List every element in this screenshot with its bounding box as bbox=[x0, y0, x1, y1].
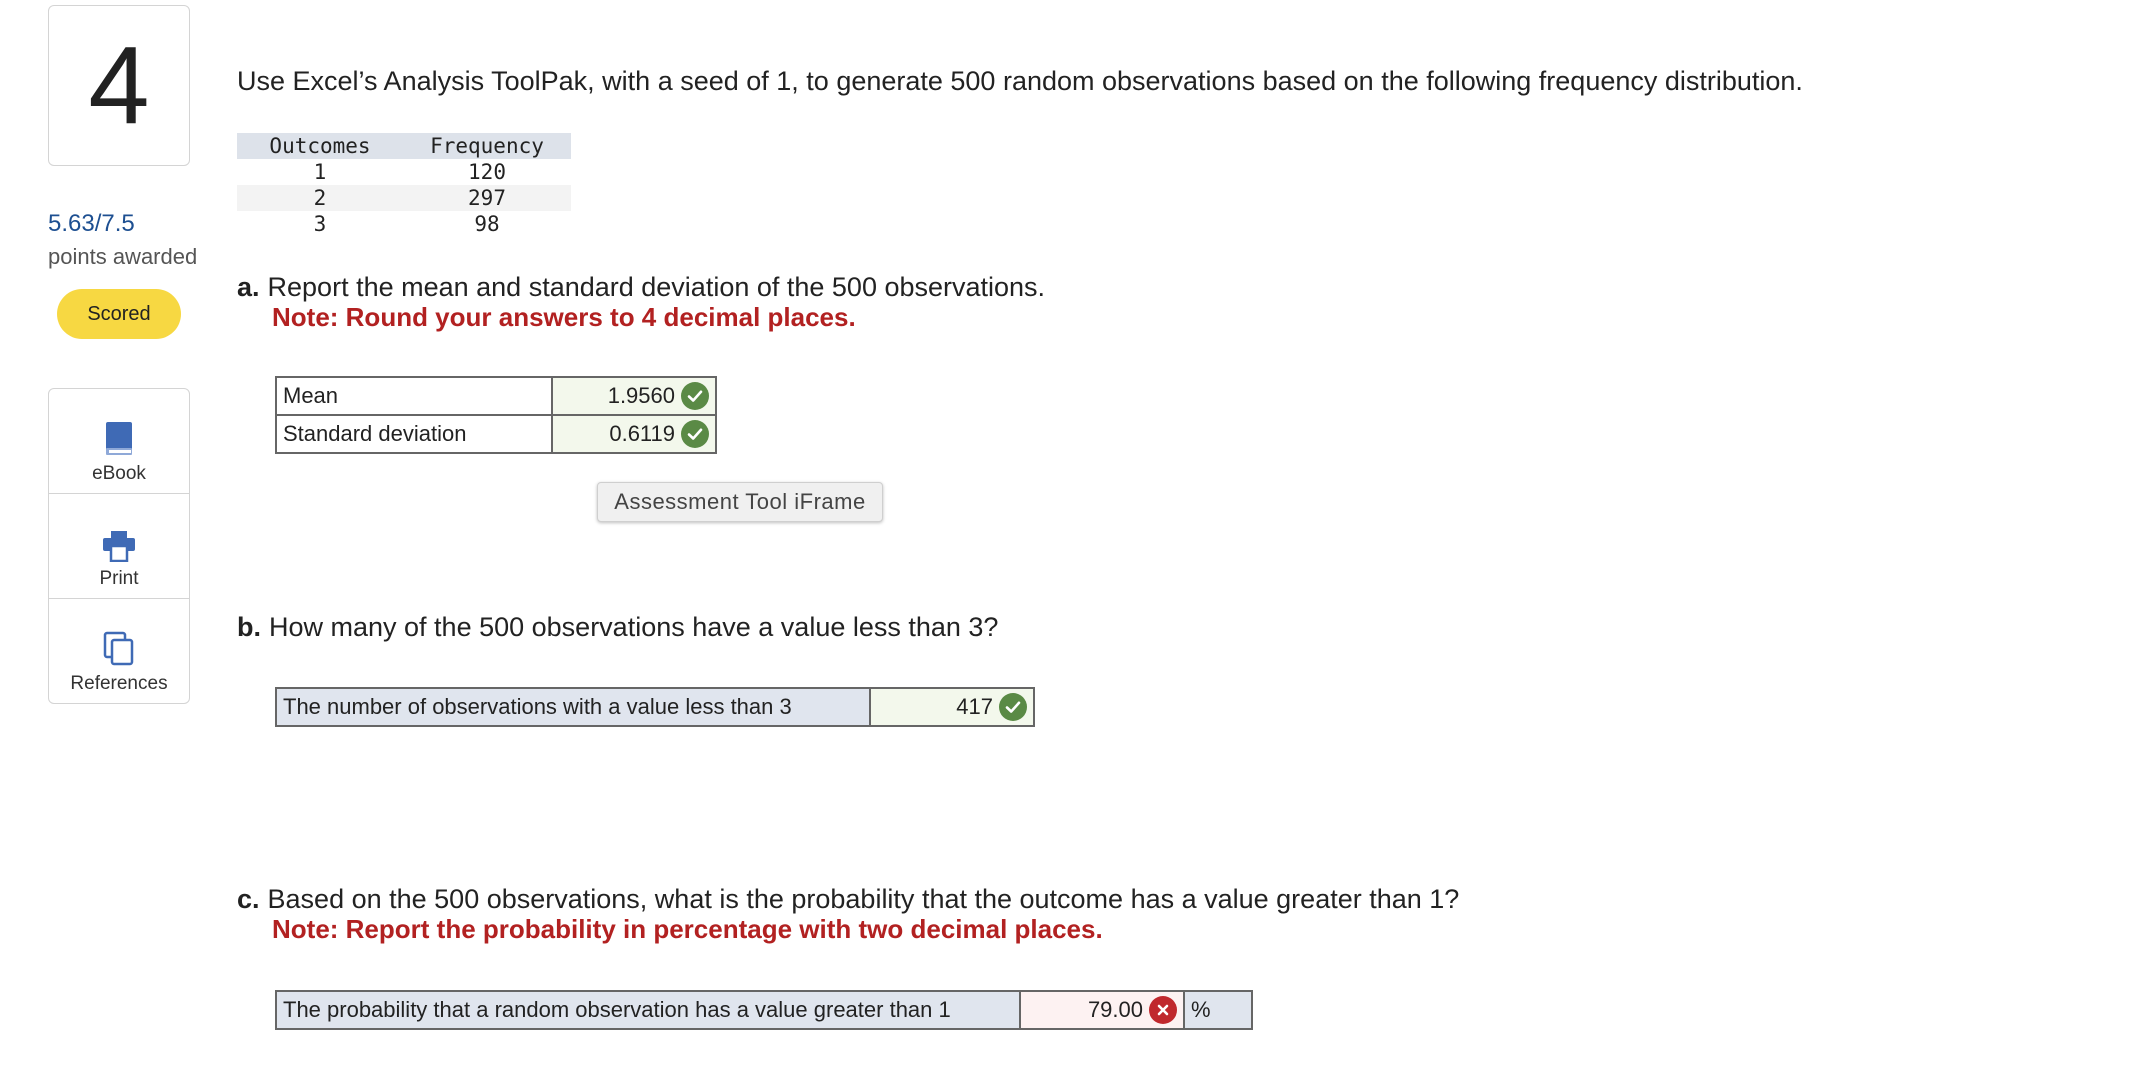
part-b-input[interactable]: 417 bbox=[869, 687, 1035, 727]
part-a-question: a. Report the mean and standard deviation… bbox=[237, 272, 1045, 303]
table-row: The probability that a random observatio… bbox=[275, 990, 1253, 1030]
frequency-cell: 98 bbox=[474, 212, 500, 236]
question-number-box: 4 bbox=[48, 5, 190, 166]
table-row: The number of observations with a value … bbox=[275, 687, 1035, 727]
printer-icon bbox=[102, 516, 136, 562]
book-icon bbox=[104, 411, 134, 457]
outcome-cell: 1 bbox=[313, 160, 327, 184]
outcomes-header: Outcomes bbox=[237, 133, 403, 159]
frequency-table: Outcomes Frequency 1 120 2 297 3 98 bbox=[237, 133, 571, 237]
part-b-text: How many of the 500 observations have a … bbox=[269, 612, 999, 642]
std-dev-value: 0.6119 bbox=[609, 421, 675, 446]
part-c-label: The probability that a random observatio… bbox=[275, 990, 1021, 1030]
check-icon bbox=[681, 420, 709, 448]
question-prompt: Use Excel’s Analysis ToolPak, with a see… bbox=[237, 66, 1803, 96]
mean-label: Mean bbox=[275, 376, 553, 416]
table-row: 3 98 bbox=[237, 211, 571, 237]
x-icon bbox=[1149, 996, 1177, 1024]
question-number: 4 bbox=[88, 23, 150, 147]
references-label: References bbox=[70, 673, 168, 694]
print-button[interactable]: Print bbox=[49, 494, 189, 599]
outcome-cell: 2 bbox=[237, 185, 403, 211]
part-a-text: Report the mean and standard deviation o… bbox=[267, 272, 1046, 302]
part-b-answer-table: The number of observations with a value … bbox=[275, 687, 1035, 727]
ebook-label: eBook bbox=[92, 463, 146, 484]
references-icon bbox=[103, 621, 135, 667]
tools-panel: eBook Print References bbox=[48, 388, 190, 704]
part-c-value: 79.00 bbox=[1087, 997, 1143, 1022]
points-awarded-label: points awarded bbox=[48, 244, 198, 269]
scored-badge: Scored bbox=[57, 289, 181, 339]
part-c-text: Based on the 500 observations, what is t… bbox=[267, 884, 1460, 914]
outcome-cell: 3 bbox=[313, 212, 327, 236]
part-a-answer-table: Mean 1.9560 Standard deviation 0.6119 bbox=[275, 376, 717, 454]
frequency-header: Frequency bbox=[403, 133, 571, 159]
table-row: 1 120 bbox=[237, 159, 571, 185]
table-row: Standard deviation 0.6119 bbox=[275, 414, 717, 454]
frequency-cell: 297 bbox=[403, 185, 571, 211]
part-c-question: c. Based on the 500 observations, what is… bbox=[237, 884, 1459, 915]
frequency-cell: 120 bbox=[468, 160, 506, 184]
assessment-tool-iframe-button[interactable]: Assessment Tool iFrame bbox=[597, 482, 883, 522]
frequency-table-header: Outcomes Frequency bbox=[237, 133, 571, 159]
std-dev-input[interactable]: 0.6119 bbox=[551, 414, 717, 454]
part-b-value: 417 bbox=[956, 694, 993, 719]
ebook-button[interactable]: eBook bbox=[49, 389, 189, 494]
part-b-letter: b. bbox=[237, 612, 261, 642]
part-a-note: Note: Round your answers to 4 decimal pl… bbox=[272, 302, 856, 332]
part-b-question: b. How many of the 500 observations have … bbox=[237, 612, 998, 643]
mean-value: 1.9560 bbox=[607, 383, 675, 408]
mean-input[interactable]: 1.9560 bbox=[551, 376, 717, 416]
print-label: Print bbox=[99, 568, 139, 589]
check-icon bbox=[999, 693, 1027, 721]
check-icon bbox=[681, 382, 709, 410]
part-c-note: Note: Report the probability in percenta… bbox=[272, 914, 1103, 944]
part-c-input[interactable]: 79.00 bbox=[1019, 990, 1185, 1030]
percent-unit: % bbox=[1183, 990, 1253, 1030]
part-b-label: The number of observations with a value … bbox=[275, 687, 871, 727]
part-c-answer-table: The probability that a random observatio… bbox=[275, 990, 1253, 1030]
std-dev-label: Standard deviation bbox=[275, 414, 553, 454]
score-value: 5.63/7.5 bbox=[48, 210, 135, 237]
references-button[interactable]: References bbox=[49, 599, 189, 703]
table-row: Mean 1.9560 bbox=[275, 376, 717, 416]
part-c-letter: c. bbox=[237, 884, 260, 914]
part-a-letter: a. bbox=[237, 272, 260, 302]
table-row: 2 297 bbox=[237, 185, 571, 211]
